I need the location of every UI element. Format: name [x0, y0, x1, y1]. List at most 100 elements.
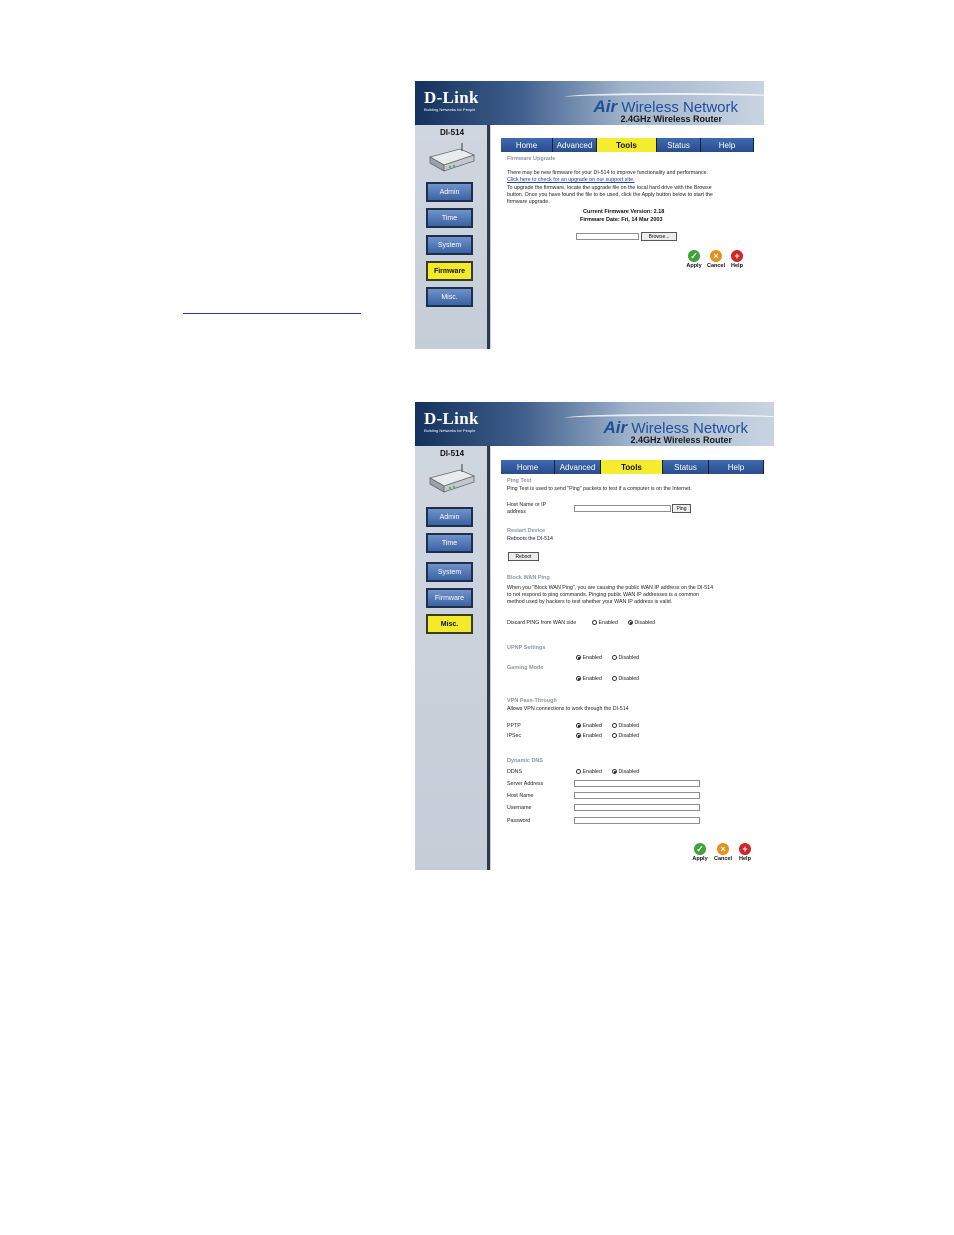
nav-firmware-button[interactable]: Firmware [426, 588, 473, 608]
reboot-section-title: Restart Device [507, 528, 546, 534]
tab-tools[interactable]: Tools [601, 460, 663, 474]
radio-label: Disabled [618, 723, 640, 729]
host-name-input[interactable] [574, 792, 700, 799]
tab-home[interactable]: Home [501, 460, 555, 474]
firmware-upgrade-screenshot: D-Link Building Networks for People Air … [415, 81, 764, 349]
tab-advanced[interactable]: Advanced [555, 460, 601, 474]
firmware-content: Firmware Upgrade There may be new firmwa… [503, 153, 754, 349]
sidebar-divider [487, 125, 490, 349]
nav-misc-button[interactable]: Misc. [426, 287, 473, 307]
ddns-section-title: Dynamic DNS [507, 758, 544, 764]
ipsec-enabled[interactable]: Enabled [576, 733, 602, 739]
cancel-label: Cancel [713, 856, 733, 862]
gaming-section-title: Gaming Mode [507, 665, 544, 671]
host-name-label: Host Name [507, 793, 534, 799]
cancel-label: Cancel [706, 263, 726, 269]
tab-home[interactable]: Home [501, 138, 553, 152]
tab-tools[interactable]: Tools [597, 138, 657, 152]
radio-circle [612, 655, 617, 661]
discard-ping-disabled[interactable]: Disabled [628, 620, 655, 626]
radio-circle [612, 733, 617, 739]
upnp-section-title: UPNP Settings [507, 645, 546, 651]
ping-desc: Ping Test is used to send "Ping" packets… [507, 486, 692, 492]
nav-time-button[interactable]: Time [426, 533, 473, 553]
tab-status[interactable]: Status [657, 138, 701, 152]
ddns-label: DDNS [507, 769, 523, 775]
password-label: Password [507, 818, 531, 824]
misc-content: Ping Test Ping Test is used to send "Pin… [503, 475, 764, 870]
apply-label: Apply [686, 263, 702, 269]
header-banner: D-Link Building Networks for People Air … [415, 81, 764, 125]
ddns-enabled[interactable]: Enabled [576, 769, 602, 775]
ping-button[interactable]: Ping [672, 504, 691, 513]
apply-action[interactable]: ✓ Apply [689, 843, 711, 862]
discard-ping-enabled[interactable]: Enabled [592, 620, 618, 626]
radio-label: Enabled [582, 655, 602, 661]
radio-circle [612, 723, 617, 729]
upnp-enabled[interactable]: Enabled [576, 655, 602, 661]
radio-circle-selected [612, 769, 617, 775]
current-firmware-version: Current Firmware Version: 2.18 [583, 209, 665, 215]
radio-label: Disabled [618, 733, 640, 739]
vpn-section-title: VPN Pass-Through [507, 698, 557, 704]
nav-firmware-button[interactable]: Firmware [426, 261, 473, 281]
discard-ping-label: Discard PING from WAN side [507, 620, 577, 626]
block-wan-line3: method used by hackers to test whether y… [507, 599, 673, 605]
help-action[interactable]: + Help [734, 843, 756, 862]
firmware-desc-line5: firmware upgrade. [507, 199, 550, 205]
misc-settings-screenshot: D-Link Building Networks for People Air … [415, 402, 774, 870]
host-label-line2: address [507, 509, 526, 515]
vpn-desc: Allows VPN connections to work through t… [507, 706, 629, 712]
nav-system-button[interactable]: System [426, 235, 473, 255]
radio-circle-selected [576, 723, 581, 729]
tab-help[interactable]: Help [701, 138, 754, 152]
radio-circle [576, 769, 581, 775]
tab-status[interactable]: Status [663, 460, 709, 474]
upnp-disabled[interactable]: Disabled [612, 655, 639, 661]
ipsec-disabled[interactable]: Disabled [612, 733, 639, 739]
firmware-file-input[interactable] [576, 233, 639, 240]
nav-time-button[interactable]: Time [426, 208, 473, 228]
firmware-desc-line4: button. Once you have found the file to … [507, 192, 713, 198]
pptp-disabled[interactable]: Disabled [612, 723, 639, 729]
gaming-disabled[interactable]: Disabled [612, 676, 639, 682]
pptp-enabled[interactable]: Enabled [576, 723, 602, 729]
ipsec-label: IPSec [507, 733, 522, 739]
dlink-tagline: Building Networks for People [424, 107, 476, 112]
nav-system-button[interactable]: System [426, 562, 473, 582]
nav-admin-button[interactable]: Admin [426, 182, 473, 202]
radio-circle-selected [576, 733, 581, 739]
dlink-logo: D-Link [424, 409, 479, 428]
gaming-enabled[interactable]: Enabled [576, 676, 602, 682]
password-input[interactable] [574, 817, 700, 824]
help-action[interactable]: + Help [726, 250, 748, 269]
server-address-label: Server Address [507, 781, 544, 787]
block-wan-section-title: Block WAN Ping [507, 575, 550, 581]
username-label: Username [507, 805, 532, 811]
product-subtitle: 2.4GHz Wireless Router [630, 435, 732, 445]
radio-label: Disabled [618, 676, 640, 682]
firmware-support-link[interactable]: Click here to check for an upgrade on ou… [507, 177, 635, 183]
tab-help[interactable]: Help [709, 460, 764, 474]
server-address-input[interactable] [574, 780, 700, 787]
sidebar-divider [487, 446, 490, 870]
ping-host-input[interactable] [574, 505, 671, 512]
radio-circle-selected [628, 620, 633, 626]
reboot-desc: Reboots the DI-514 [507, 536, 553, 542]
radio-circle [612, 676, 617, 682]
nav-admin-button[interactable]: Admin [426, 507, 473, 527]
reboot-button[interactable]: Reboot [508, 552, 539, 561]
browse-button[interactable]: Browse... [641, 232, 677, 241]
ddns-disabled[interactable]: Disabled [612, 769, 639, 775]
router-device-icon [428, 464, 476, 493]
block-wan-line1: When you "Block WAN Ping", you are causi… [507, 585, 714, 591]
cancel-action[interactable]: × Cancel [705, 250, 727, 269]
tab-advanced[interactable]: Advanced [553, 138, 597, 152]
apply-action[interactable]: ✓ Apply [683, 250, 705, 269]
username-input[interactable] [574, 804, 700, 811]
checkmark-icon: ✓ [694, 843, 706, 855]
nav-misc-button[interactable]: Misc. [426, 614, 473, 634]
cancel-action[interactable]: × Cancel [712, 843, 734, 862]
radio-label: Enabled [582, 676, 602, 682]
cancel-x-icon: × [717, 843, 729, 855]
